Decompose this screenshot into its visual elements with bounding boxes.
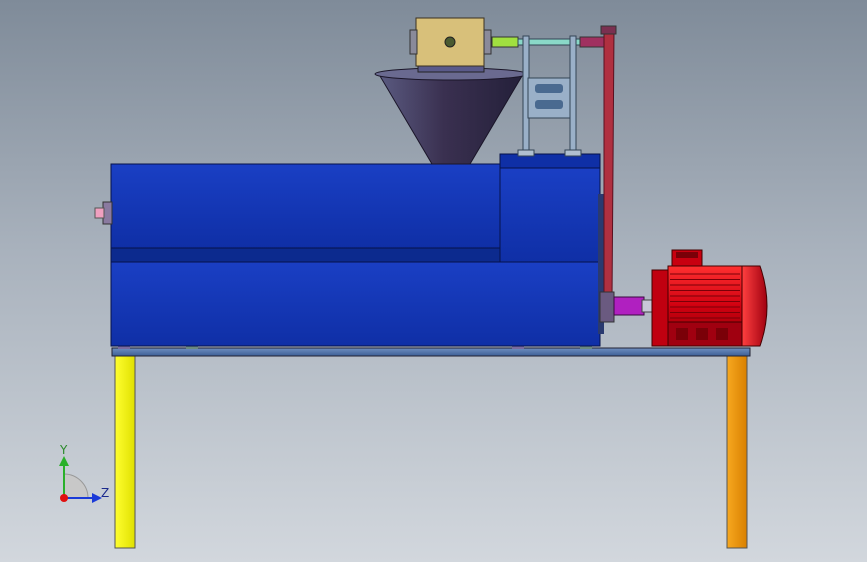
motor-front-flange	[651, 269, 669, 347]
shaft-collar	[579, 36, 607, 48]
bracket-post-right[interactable]	[569, 35, 577, 155]
shaft-coupler[interactable]	[491, 36, 519, 48]
gearbox-flange-left	[409, 29, 418, 55]
table-leg-right[interactable]	[726, 354, 748, 549]
triad-origin	[60, 494, 68, 502]
bracket-slot-top	[535, 84, 563, 93]
triad-quadrant	[63, 473, 89, 499]
coordinate-triad	[59, 456, 102, 503]
gearbox-flange-right	[483, 29, 492, 55]
electric-motor[interactable]	[651, 249, 768, 347]
extruder-middle-band	[110, 247, 501, 263]
extruder-rear-cap[interactable]	[499, 153, 601, 169]
motor-coupling[interactable]	[613, 296, 645, 316]
bracket-slot-bottom	[535, 100, 563, 109]
y-axis-arrow-head	[59, 456, 69, 466]
motor-foot-slot	[696, 328, 708, 340]
table-top[interactable]	[111, 347, 751, 357]
lower-pulley[interactable]	[599, 291, 615, 323]
table-leg-left[interactable]	[114, 354, 136, 549]
extruder-upper-body[interactable]	[110, 163, 501, 249]
motor-foot-slot	[716, 328, 728, 340]
belt-pulley-top[interactable]	[600, 25, 617, 35]
bracket-base-left	[517, 149, 535, 157]
extruder-lower-body[interactable]	[110, 261, 601, 347]
y-axis-label: Y	[60, 443, 68, 457]
cad-model-scene[interactable]	[0, 0, 867, 562]
hopper-cone[interactable]	[379, 75, 523, 165]
cad-viewport[interactable]: Y Z	[0, 0, 867, 562]
z-axis-label: Z	[101, 486, 110, 500]
motor-end-cap[interactable]	[741, 265, 768, 347]
motor-terminal-lid	[676, 252, 698, 258]
nozzle-tip[interactable]	[94, 207, 105, 219]
motor-foot-slot	[676, 328, 688, 340]
bracket-base-right	[564, 149, 582, 157]
drive-belt[interactable]	[603, 29, 615, 301]
gearbox-shaft-hole	[444, 36, 456, 48]
extruder-rear-block[interactable]	[499, 167, 601, 263]
